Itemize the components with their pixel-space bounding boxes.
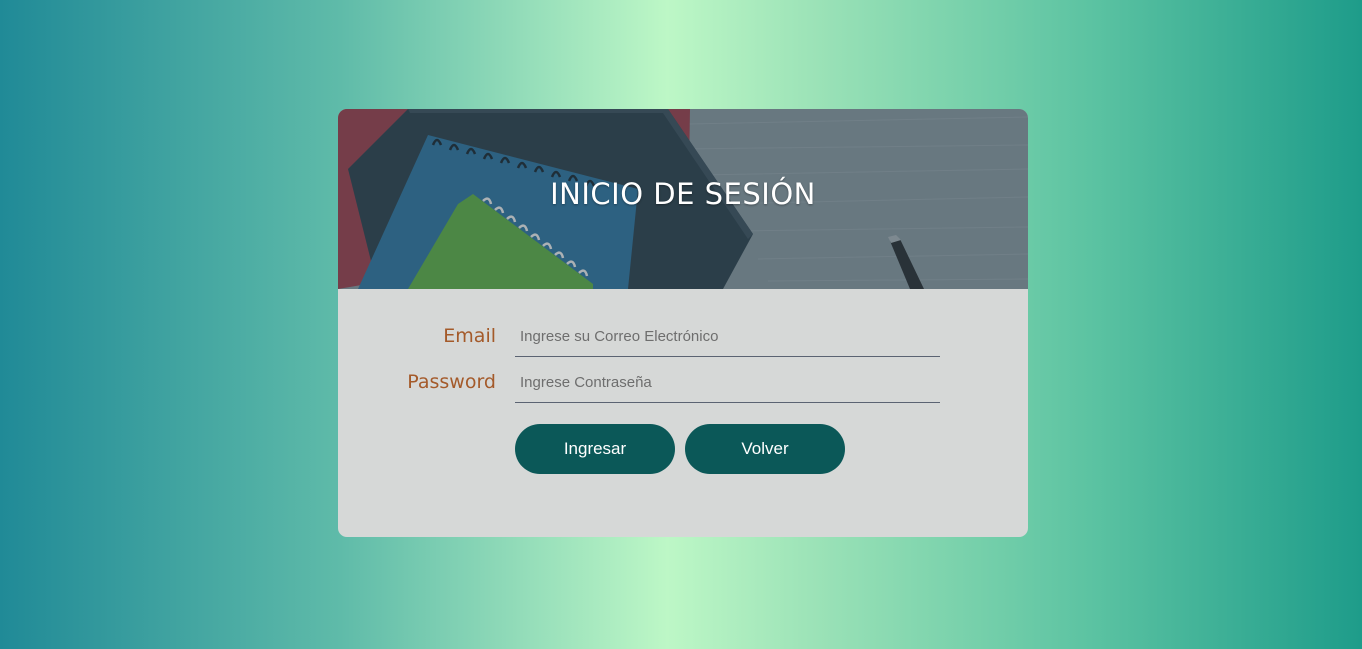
password-row: Password [338,361,1028,407]
email-field[interactable] [515,317,940,357]
password-label: Password [407,371,496,393]
email-label: Email [443,325,496,347]
email-row: Email [338,315,1028,361]
banner-image: INICIO DE SESIÓN [338,109,1028,289]
page-title: INICIO DE SESIÓN [550,177,816,211]
submit-button[interactable]: Ingresar [515,424,675,474]
password-field[interactable] [515,363,940,403]
back-button[interactable]: Volver [685,424,845,474]
login-card: INICIO DE SESIÓN Email Password Ingresar… [338,109,1028,537]
